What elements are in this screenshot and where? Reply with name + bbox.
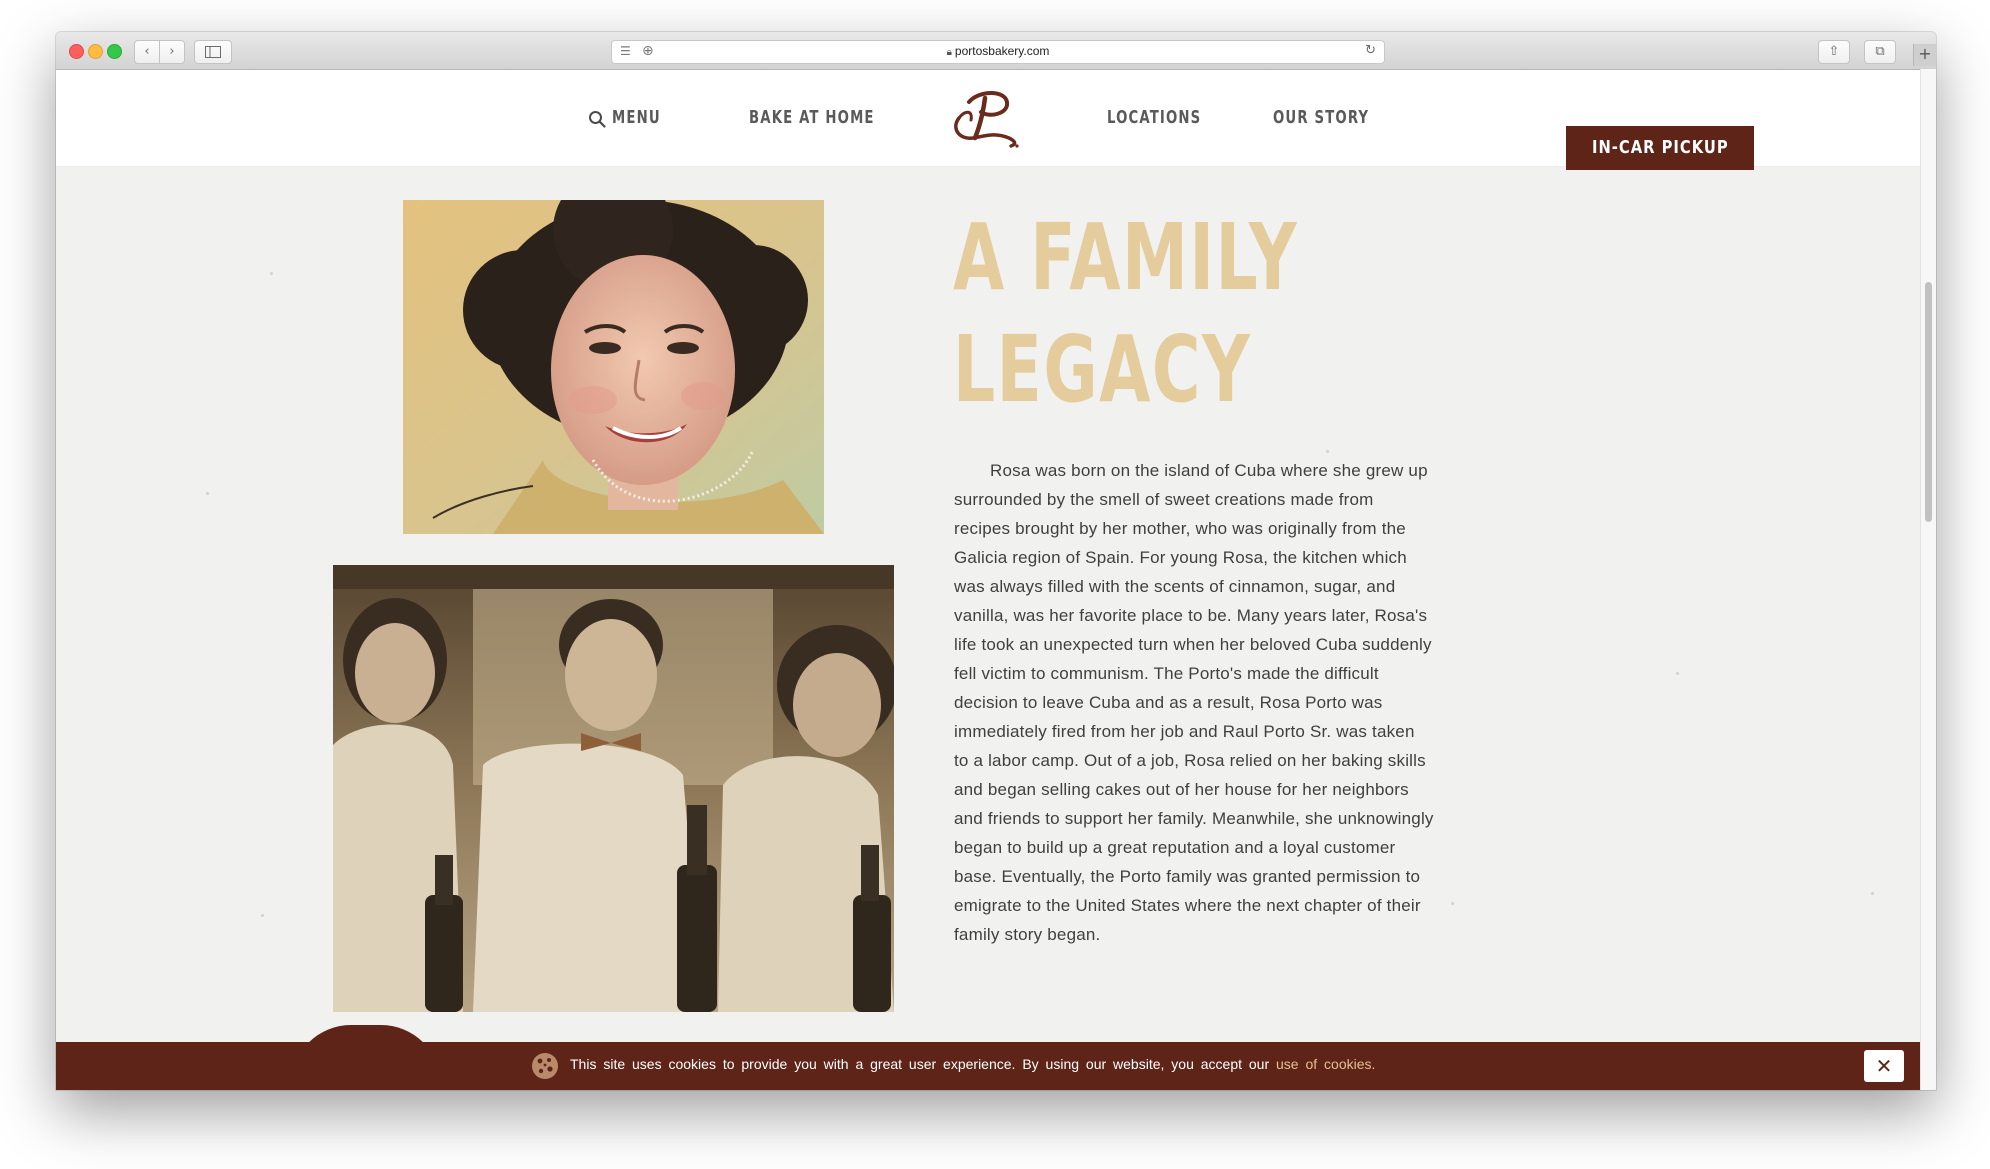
share-icon: ⇧: [1828, 44, 1840, 59]
in-car-pickup-button[interactable]: IN-CAR PICKUP: [1566, 126, 1754, 170]
portrait-image: [403, 200, 824, 534]
paper-speck: [206, 492, 209, 495]
url-text: portosbakery.com: [954, 44, 1050, 58]
nav-locations[interactable]: LOCATIONS: [1107, 106, 1201, 130]
porto-children-photo: [333, 565, 894, 1012]
lock-icon: 🔒︎: [946, 47, 952, 58]
plus-icon: +: [1918, 44, 1932, 63]
sidebar-icon: [205, 46, 221, 58]
cookie-message: This site uses cookies to provide you wi…: [570, 1056, 1270, 1072]
forward-button[interactable]: ›: [159, 40, 185, 64]
story-paragraph: Rosa was born on the island of Cuba wher…: [954, 461, 1434, 944]
nav-bake-at-home[interactable]: BAKE AT HOME: [749, 106, 875, 130]
address-bar[interactable]: ☰ ⊕ 🔒︎ portosbakery.com ↻: [611, 40, 1385, 64]
paper-speck: [1871, 892, 1874, 895]
cookie-consent-bar: This site uses cookies to provide you wi…: [56, 1042, 1921, 1090]
chevron-left-icon: ‹: [144, 44, 150, 59]
page-scrollbar[interactable]: [1920, 69, 1936, 1090]
tabs-icon: ⧉: [1875, 44, 1885, 59]
cookie-close-button[interactable]: ✕: [1864, 1050, 1904, 1082]
paper-speck: [1676, 672, 1679, 675]
cookie-policy-link[interactable]: use of cookies.: [1276, 1056, 1375, 1072]
share-button[interactable]: ⇧: [1818, 40, 1850, 64]
cookie-icon: [532, 1053, 558, 1079]
tab-overview-button[interactable]: ⧉: [1864, 40, 1896, 64]
maximize-window-button[interactable]: [107, 44, 122, 59]
rosa-portrait-photo: [403, 200, 824, 534]
browser-toolbar: ‹ › ☰ ⊕ 🔒︎ portosbakery.com ↻ ⇧ ⧉ +: [56, 32, 1936, 70]
headline-line-1: A FAMILY: [953, 204, 1299, 311]
scrollbar-thumb[interactable]: [1925, 282, 1932, 522]
sidebar-toggle-button[interactable]: [194, 40, 232, 64]
search-icon[interactable]: [588, 110, 606, 128]
portos-logo[interactable]: [949, 88, 1025, 150]
paper-speck: [270, 272, 273, 275]
nav-menu[interactable]: MENU: [612, 106, 661, 130]
close-icon: ✕: [1875, 1054, 1893, 1078]
chevron-right-icon: ›: [169, 44, 175, 59]
browser-window: ‹ › ☰ ⊕ 🔒︎ portosbakery.com ↻ ⇧ ⧉ + MENU …: [56, 32, 1936, 1090]
page-headline: A FAMILY LEGACY: [953, 202, 1385, 426]
site-header: MENU BAKE AT HOME LOCATIONS OUR STORY IN…: [56, 70, 1921, 170]
new-tab-button[interactable]: +: [1913, 44, 1936, 66]
children-image: [333, 565, 894, 1012]
reload-icon[interactable]: ↻: [1365, 43, 1376, 58]
paper-speck: [1451, 902, 1454, 905]
paper-speck: [261, 914, 264, 917]
headline-line-2: LEGACY: [953, 316, 1252, 423]
nav-our-story[interactable]: OUR STORY: [1273, 106, 1369, 130]
paper-speck: [1326, 450, 1329, 453]
back-button[interactable]: ‹: [134, 40, 160, 64]
close-window-button[interactable]: [69, 44, 84, 59]
minimize-window-button[interactable]: [88, 44, 103, 59]
